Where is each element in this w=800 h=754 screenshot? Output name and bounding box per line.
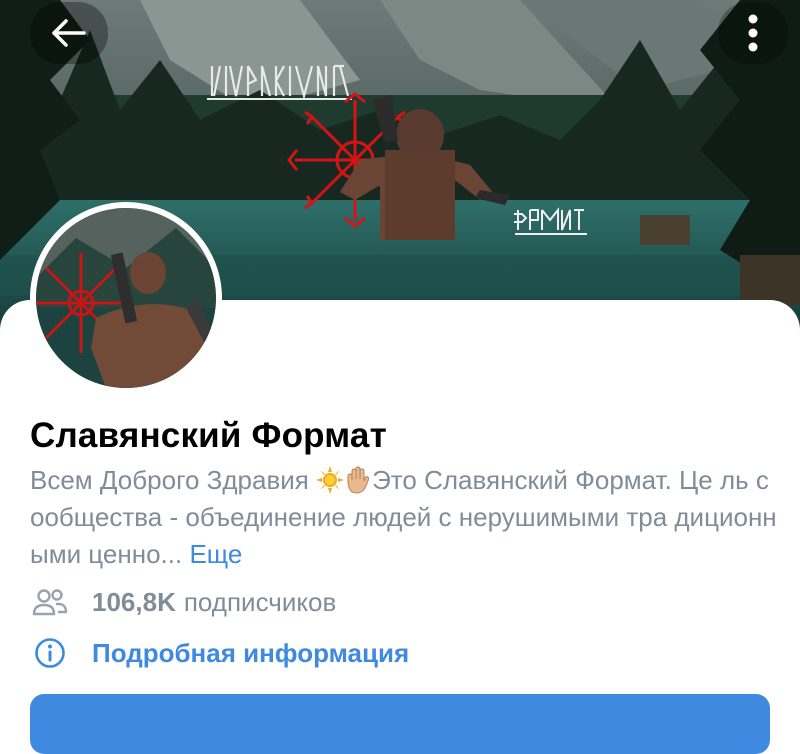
- more-options-button[interactable]: [718, 2, 788, 64]
- subscribers-row[interactable]: 106,8K подписчиков: [30, 585, 336, 619]
- community-name: Славянский Формат: [30, 416, 387, 455]
- info-circle-icon: [30, 636, 70, 670]
- subscribe-button[interactable]: [30, 694, 770, 754]
- avatar[interactable]: [36, 208, 216, 388]
- detailed-info-row[interactable]: Подробная информация: [30, 636, 409, 670]
- community-description: Всем Доброго Здравия Это Славянский Форм…: [30, 462, 780, 573]
- show-more-link[interactable]: Еще: [189, 539, 242, 569]
- sun-emoji-icon: [316, 466, 345, 494]
- detailed-info-link[interactable]: Подробная информация: [92, 638, 409, 669]
- more-vertical-icon: [748, 14, 758, 52]
- waving-hand-emoji-icon: [347, 466, 370, 494]
- users-icon: [30, 585, 70, 619]
- avatar-frame: [30, 202, 222, 394]
- arrow-left-icon: [52, 19, 86, 47]
- back-button[interactable]: [30, 2, 108, 64]
- subscribers-count: 106,8K: [92, 586, 176, 617]
- description-text-start: Всем Доброго Здравия: [30, 465, 317, 495]
- subscribers-label: подписчиков: [183, 586, 337, 617]
